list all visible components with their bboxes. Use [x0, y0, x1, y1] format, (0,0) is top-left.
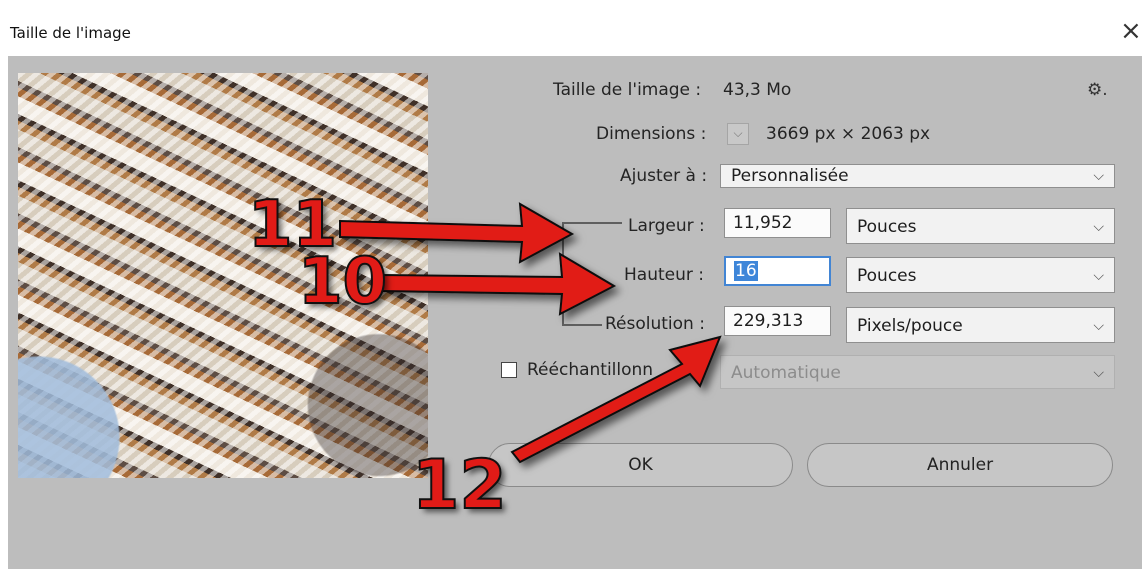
- annotation-overlay: [339, 202, 722, 464]
- annotation-number: 10: [297, 244, 388, 320]
- arrow-to-height-field: [381, 252, 617, 316]
- annotation-number: 12: [411, 445, 508, 526]
- arrow-to-resolution-field: [510, 335, 722, 464]
